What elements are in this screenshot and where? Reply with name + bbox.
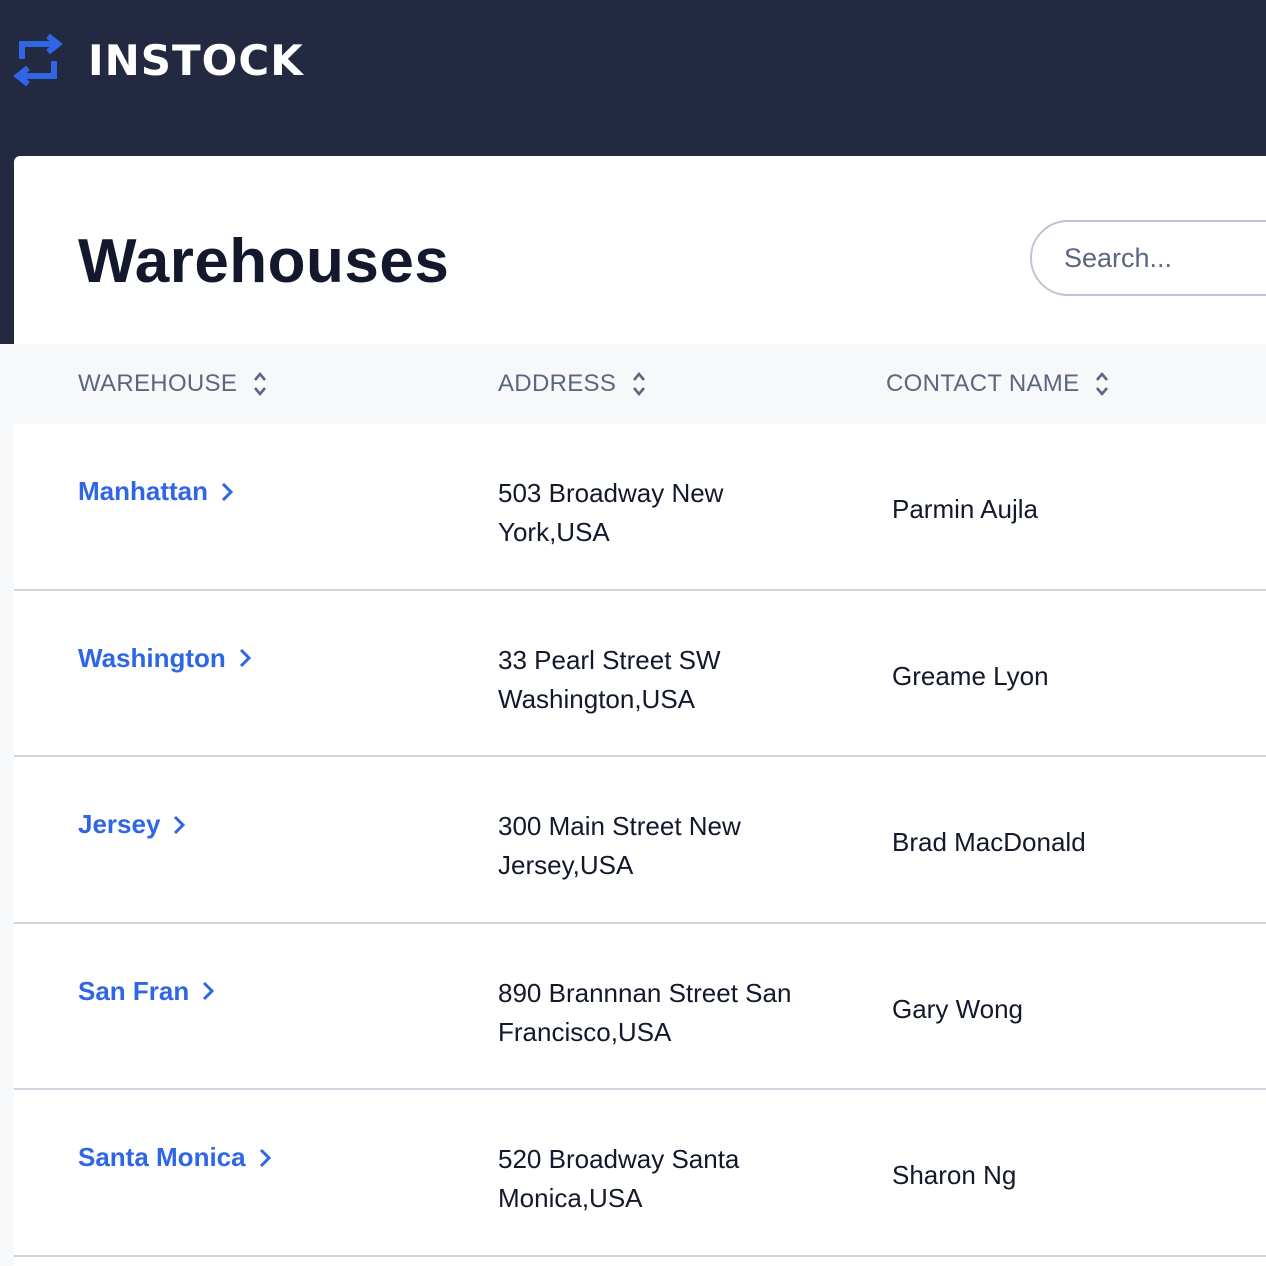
- address-line: Jersey,USA: [498, 850, 634, 880]
- swap-arrows-icon: [12, 32, 64, 88]
- column-label: CONTACT NAME: [886, 370, 1080, 397]
- table-row: San Fran 890 Brannnan Street San Francis…: [14, 924, 1266, 1090]
- column-header-warehouse[interactable]: WAREHOUSE: [78, 344, 267, 424]
- contact-name: Greame Lyon: [892, 660, 1049, 691]
- warehouse-link[interactable]: Washington: [78, 643, 252, 674]
- page-title: Warehouses: [78, 227, 450, 296]
- column-label: ADDRESS: [498, 370, 617, 397]
- address-line: Monica,USA: [498, 1183, 643, 1213]
- warehouse-link[interactable]: Manhattan: [78, 476, 234, 507]
- warehouse-address: 890 Brannnan Street San Francisco,USA: [498, 974, 818, 1052]
- sort-icon: [253, 371, 267, 397]
- address-line: Francisco,USA: [498, 1016, 672, 1047]
- warehouse-link[interactable]: Santa Monica: [78, 1142, 272, 1173]
- sort-icon: [632, 371, 646, 397]
- search-input[interactable]: [1030, 220, 1266, 296]
- address-line: 890 Brannnan Street San: [498, 977, 792, 1008]
- chevron-right-icon: [220, 481, 234, 503]
- chevron-right-icon: [172, 814, 186, 836]
- address-line: 503 Broadway New: [498, 478, 724, 508]
- contact-name: Gary Wong: [892, 993, 1024, 1024]
- warehouse-address: 33 Pearl Street SW Washington,USA: [498, 641, 818, 719]
- warehouse-list: Manhattan 503 Broadway New York,USA Parm…: [14, 424, 1266, 1257]
- table-row: Manhattan 503 Broadway New York,USA Parm…: [14, 424, 1266, 591]
- column-header-contact-name[interactable]: CONTACT NAME: [886, 344, 1109, 424]
- warehouse-address: 520 Broadway Santa Monica,USA: [498, 1140, 818, 1218]
- chevron-right-icon: [238, 647, 252, 669]
- address-line: Washington,USA: [498, 683, 696, 714]
- warehouse-address: 503 Broadway New York,USA: [498, 474, 818, 552]
- warehouse-name: Manhattan: [78, 476, 208, 506]
- contact-name: Brad MacDonald: [892, 827, 1086, 857]
- address-line: 520 Broadway Santa: [498, 1144, 740, 1174]
- address-line: 33 Pearl Street SW: [498, 644, 721, 675]
- brand-logo[interactable]: INSTOCK: [12, 30, 304, 90]
- chevron-right-icon: [258, 1147, 272, 1169]
- sort-icon: [1095, 371, 1109, 397]
- address-line: 300 Main Street New: [498, 811, 741, 841]
- warehouses-card: Warehouses WAREHOUSE ADDRESS CONTACT NAM…: [14, 156, 1266, 1266]
- warehouse-name: San Fran: [78, 975, 190, 1006]
- address-line: York,USA: [498, 517, 610, 547]
- table-row: Washington 33 Pearl Street SW Washington…: [14, 591, 1266, 757]
- warehouse-name: Washington: [78, 642, 226, 673]
- chevron-right-icon: [201, 980, 215, 1002]
- table-row: Santa Monica 520 Broadway Santa Monica,U…: [14, 1090, 1266, 1257]
- contact-name: Sharon Ng: [892, 1160, 1017, 1190]
- contact-name: Parmin Aujla: [892, 494, 1038, 524]
- warehouse-name: Santa Monica: [78, 1142, 246, 1172]
- column-label: WAREHOUSE: [78, 370, 238, 397]
- table-row: Jersey 300 Main Street New Jersey,USA Br…: [14, 757, 1266, 924]
- warehouse-name: Jersey: [78, 809, 161, 839]
- warehouse-address: 300 Main Street New Jersey,USA: [498, 807, 818, 885]
- brand-name: INSTOCK: [88, 35, 304, 85]
- column-header-address[interactable]: ADDRESS: [498, 344, 646, 424]
- warehouse-link[interactable]: San Fran: [78, 976, 215, 1007]
- table-header: WAREHOUSE ADDRESS CONTACT NAME: [14, 344, 1266, 424]
- warehouse-link[interactable]: Jersey: [78, 809, 186, 840]
